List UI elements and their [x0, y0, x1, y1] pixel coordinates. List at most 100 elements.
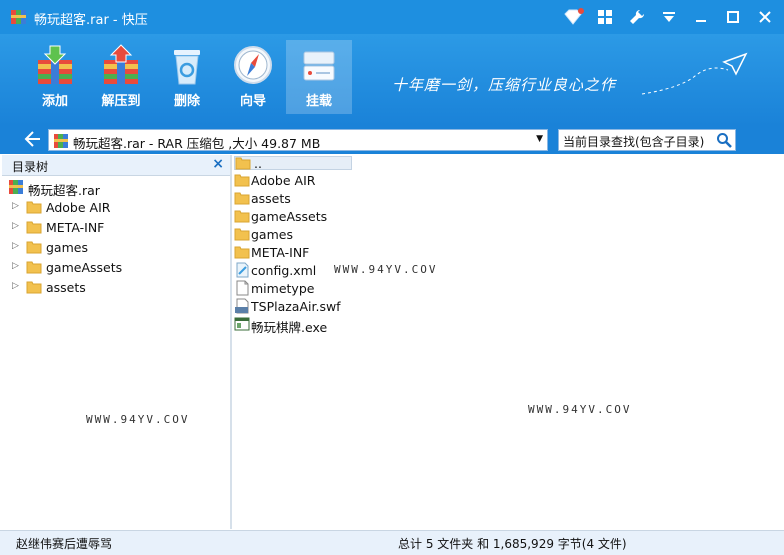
expand-arrow-icon[interactable]: ▷: [12, 201, 19, 211]
exe-file-icon: [234, 317, 250, 331]
blank-file-icon: [236, 280, 249, 296]
tree-header-title: 目录树: [12, 160, 49, 174]
expand-arrow-icon[interactable]: ▷: [12, 241, 19, 251]
tree-item-label: META-INF: [46, 220, 105, 235]
recycle-bin-icon: [174, 50, 200, 85]
expand-arrow-icon[interactable]: ▷: [12, 261, 19, 271]
file-name: mimetype: [251, 281, 315, 296]
folder-icon: [235, 157, 251, 170]
tree-item-label: gameAssets: [46, 260, 123, 275]
list-item-gameassets[interactable]: gameAssets: [232, 207, 532, 225]
title-bar: 畅玩超客.rar - 快压: [0, 0, 784, 34]
list-item-adobe-air[interactable]: Adobe AIR: [232, 171, 532, 189]
watermark-text: WWW.94YV.COV: [86, 413, 190, 426]
address-bar: 畅玩超客.rar - RAR 压缩包 ,大小 49.87 MB ▼ 当前目录查找…: [0, 126, 784, 154]
delete-label: 删除: [173, 94, 200, 109]
list-item-meta-inf[interactable]: META-INF: [232, 243, 532, 261]
search-button[interactable]: [713, 130, 735, 150]
rar-file-icon: [9, 180, 23, 194]
tree-header: 目录树 ×: [2, 155, 230, 176]
xml-file-icon: [236, 262, 249, 278]
tree-item-meta-inf[interactable]: ▷ META-INF: [2, 217, 230, 237]
mount-label: 挂载: [305, 94, 332, 109]
directory-tree-panel: 目录树 × 畅玩超客.rar ▷ Adobe AIR ▷ META-INF ▷ …: [2, 155, 231, 529]
drive-mount-icon: [303, 51, 335, 81]
status-news-link[interactable]: 赵继伟赛后遭辱骂: [16, 535, 112, 552]
tree-item-label: assets: [46, 280, 86, 295]
search-input[interactable]: 当前目录查找(包含子目录): [558, 129, 736, 151]
back-button[interactable]: [24, 130, 46, 150]
folder-icon: [234, 228, 250, 241]
path-text: 畅玩超客.rar - RAR 压缩包 ,大小 49.87 MB: [73, 136, 321, 151]
add-label: 添加: [41, 94, 68, 109]
folder-icon: [26, 201, 42, 214]
file-name: TSPlazaAir.swf: [251, 299, 341, 314]
folder-icon: [26, 261, 42, 274]
paper-plane-icon: [641, 52, 748, 95]
wizard-button[interactable]: 向导: [220, 40, 286, 114]
app-logo-icon: [11, 10, 26, 24]
file-name: Adobe AIR: [251, 173, 316, 188]
parent-directory-label: ..: [254, 156, 262, 171]
tree-item-games[interactable]: ▷ games: [2, 237, 230, 257]
watermark-text: WWW.94YV.COV: [528, 403, 632, 416]
file-name: assets: [251, 191, 291, 206]
maximize-icon[interactable]: [722, 7, 744, 27]
diamond-vip-icon[interactable]: [562, 7, 584, 27]
extract-button[interactable]: 解压到: [88, 40, 154, 114]
list-item-games[interactable]: games: [232, 225, 532, 243]
folder-icon: [234, 192, 250, 205]
search-placeholder: 当前目录查找(包含子目录): [563, 135, 705, 149]
main-toolbar: 添加 解压到 删除 向导 挂载 十年磨一剑，压缩行业良心之作: [0, 34, 784, 126]
folder-icon: [234, 246, 250, 259]
list-item-assets[interactable]: assets: [232, 189, 532, 207]
expand-arrow-icon[interactable]: ▷: [12, 281, 19, 291]
folder-icon: [26, 241, 42, 254]
list-item-tsplazaair-swf[interactable]: TSPlazaAir.swf: [232, 297, 532, 315]
file-name: 畅玩棋牌.exe: [251, 320, 328, 335]
tree-item-gameassets[interactable]: ▷ gameAssets: [2, 257, 230, 277]
list-item-mimetype[interactable]: mimetype: [232, 279, 532, 297]
expand-arrow-icon[interactable]: ▷: [12, 221, 19, 231]
file-name: META-INF: [251, 245, 310, 260]
file-name: games: [251, 227, 293, 242]
folder-icon: [26, 281, 42, 294]
file-list-panel: .. Adobe AIR assets gameAssets games MET…: [232, 155, 784, 529]
rar-file-icon: [54, 134, 68, 148]
tree-root[interactable]: 畅玩超客.rar: [2, 177, 230, 198]
compass-icon: [234, 46, 272, 84]
status-summary: 总计 5 文件夹 和 1,685,929 字节(4 文件): [398, 537, 627, 551]
search-icon: [717, 133, 732, 148]
mount-button[interactable]: 挂载: [286, 40, 352, 114]
parent-directory-row[interactable]: ..: [234, 156, 352, 171]
extract-label: 解压到: [101, 94, 141, 109]
status-bar: 赵继伟赛后遭辱骂 总计 5 文件夹 和 1,685,929 字节(4 文件): [0, 530, 784, 555]
tree-item-adobe-air[interactable]: ▷ Adobe AIR: [2, 197, 230, 217]
watermark-text: WWW.94YV.COV: [334, 263, 438, 276]
swf-file-icon: [235, 298, 249, 314]
wrench-icon[interactable]: [626, 7, 648, 27]
tree-item-label: games: [46, 240, 88, 255]
extract-archive-icon: [104, 44, 138, 84]
back-arrow-icon: [24, 131, 40, 147]
close-tree-icon[interactable]: ×: [212, 156, 224, 172]
file-name: config.xml: [251, 263, 317, 278]
slogan-text: 十年磨一剑，压缩行业良心之作: [392, 76, 617, 94]
wizard-label: 向导: [239, 94, 266, 109]
folder-icon: [26, 221, 42, 234]
path-dropdown[interactable]: 畅玩超客.rar - RAR 压缩包 ,大小 49.87 MB ▼: [48, 129, 548, 151]
window-title: 畅玩超客.rar - 快压: [34, 13, 148, 28]
minimize-icon[interactable]: [690, 7, 712, 27]
add-archive-icon: [38, 45, 72, 84]
delete-button[interactable]: 删除: [154, 40, 220, 114]
folder-icon: [234, 210, 250, 223]
add-button[interactable]: 添加: [22, 40, 88, 114]
tree-item-assets[interactable]: ▷ assets: [2, 277, 230, 297]
folder-icon: [234, 174, 250, 187]
chevron-down-icon[interactable]: ▼: [536, 134, 543, 144]
dropdown-menu-icon[interactable]: [658, 7, 680, 27]
grid-menu-icon[interactable]: [594, 7, 616, 27]
close-icon[interactable]: [754, 7, 776, 27]
list-item-exe[interactable]: 畅玩棋牌.exe: [232, 315, 532, 335]
file-name: gameAssets: [251, 209, 328, 224]
